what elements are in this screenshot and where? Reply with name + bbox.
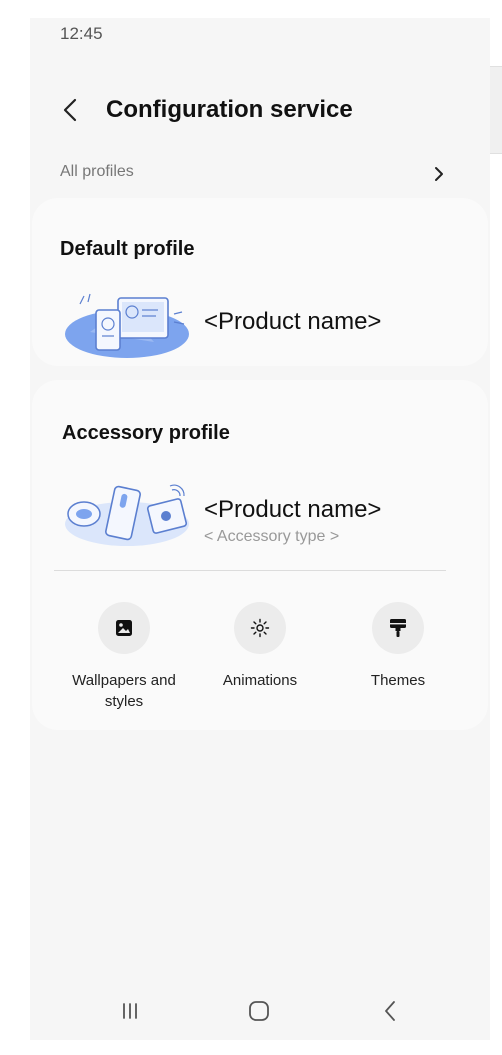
window-edge-fragment [488, 66, 502, 154]
accessory-type-label: < Accessory type > [204, 528, 340, 545]
animations-icon [250, 618, 270, 638]
page-title: Configuration service [106, 96, 353, 123]
home-button[interactable] [239, 996, 279, 1026]
themes-brush-icon [390, 619, 406, 637]
animations-shortcut[interactable]: Animations [190, 602, 330, 691]
phone-screen: 12:45 Configuration service All profiles… [30, 18, 490, 1040]
default-profile-title: Default profile [60, 238, 195, 260]
recents-button[interactable] [110, 996, 150, 1026]
default-profile-card: Default profile <Product name> [32, 198, 488, 366]
phone-tablet-illustration [65, 293, 189, 358]
wallpapers-label: Wallpapers and styles [72, 672, 176, 710]
themes-label: Themes [370, 672, 426, 689]
accessory-illustration [65, 484, 189, 546]
navigation-bar [30, 988, 490, 1038]
divider [54, 570, 446, 571]
wallpaper-icon [116, 620, 132, 636]
wallpapers-icon-circle [98, 602, 150, 654]
chevron-right-icon [435, 167, 443, 181]
default-product-name: <Product name> [204, 308, 382, 335]
accessory-product-name: <Product name> [204, 496, 382, 523]
back-icon [385, 1001, 395, 1021]
shortcut-row: Wallpapers and styles Animations Themes [32, 602, 488, 712]
default-device-row[interactable]: <Product name> [62, 290, 482, 360]
animations-icon-circle [234, 602, 286, 654]
status-time: 12:45 [60, 24, 103, 43]
accessory-device-row[interactable]: <Product name> < Accessory type > [62, 480, 482, 550]
nav-back-button[interactable] [370, 996, 410, 1026]
all-profiles-label: All profiles [60, 163, 134, 180]
wallpapers-shortcut[interactable]: Wallpapers and styles [54, 602, 194, 712]
back-arrow-icon [63, 98, 77, 122]
themes-shortcut[interactable]: Themes [328, 602, 468, 691]
animations-label: Animations [222, 672, 298, 689]
accessory-profile-card: Accessory profile <Product name> < Acces… [32, 380, 488, 730]
back-button[interactable] [58, 96, 82, 124]
recents-icon [123, 1003, 137, 1019]
themes-icon-circle [372, 602, 424, 654]
accessory-profile-title: Accessory profile [62, 422, 230, 444]
home-icon [249, 1001, 269, 1021]
all-profiles-link[interactable]: All profiles [30, 160, 490, 192]
